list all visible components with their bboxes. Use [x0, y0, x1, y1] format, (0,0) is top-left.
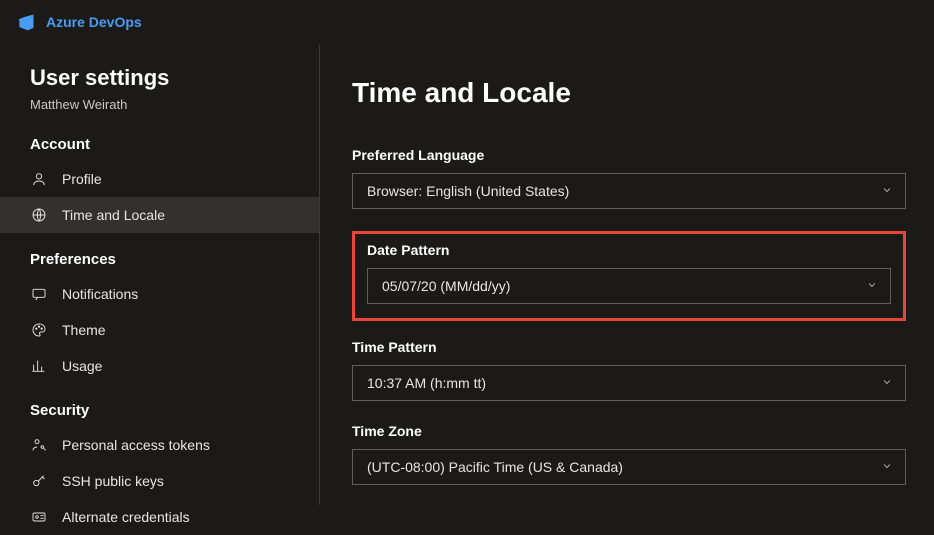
bar-chart-icon [30, 357, 48, 375]
sidebar-item-label: Theme [62, 322, 106, 338]
sidebar-item-label: Notifications [62, 286, 138, 302]
select-value: (UTC-08:00) Pacific Time (US & Canada) [367, 459, 623, 475]
main-content: Time and Locale Preferred Language Brows… [320, 45, 934, 505]
time-zone-select[interactable]: (UTC-08:00) Pacific Time (US & Canada) [352, 449, 906, 485]
key-icon [30, 472, 48, 490]
sidebar: User settings Matthew Weirath Account Pr… [0, 45, 320, 505]
field-label: Preferred Language [352, 147, 906, 163]
field-preferred-language: Preferred Language Browser: English (Uni… [352, 147, 906, 209]
select-value: Browser: English (United States) [367, 183, 569, 199]
section-label-preferences: Preferences [0, 251, 319, 268]
language-select[interactable]: Browser: English (United States) [352, 173, 906, 209]
sidebar-item-time-locale[interactable]: Time and Locale [0, 197, 319, 233]
sidebar-item-ssh[interactable]: SSH public keys [0, 463, 319, 499]
sidebar-item-theme[interactable]: Theme [0, 312, 319, 348]
chevron-down-icon [881, 375, 893, 391]
comment-icon [30, 285, 48, 303]
field-label: Time Pattern [352, 339, 906, 355]
sidebar-item-label: SSH public keys [62, 473, 164, 489]
person-icon [30, 170, 48, 188]
sidebar-item-usage[interactable]: Usage [0, 348, 319, 384]
field-label: Time Zone [352, 423, 906, 439]
person-key-icon [30, 436, 48, 454]
credentials-icon [30, 508, 48, 526]
sidebar-item-pat[interactable]: Personal access tokens [0, 427, 319, 463]
azure-devops-logo-icon [16, 12, 36, 32]
globe-icon [30, 206, 48, 224]
time-pattern-select[interactable]: 10:37 AM (h:mm tt) [352, 365, 906, 401]
date-pattern-select[interactable]: 05/07/20 (MM/dd/yy) [367, 268, 891, 304]
palette-icon [30, 321, 48, 339]
date-pattern-highlight: Date Pattern 05/07/20 (MM/dd/yy) [352, 231, 906, 321]
section-label-account: Account [0, 136, 319, 153]
chevron-down-icon [866, 278, 878, 294]
section-label-security: Security [0, 402, 319, 419]
chevron-down-icon [881, 459, 893, 475]
page-title: Time and Locale [352, 77, 906, 109]
sidebar-item-label: Personal access tokens [62, 437, 210, 453]
select-value: 10:37 AM (h:mm tt) [367, 375, 486, 391]
sidebar-username: Matthew Weirath [30, 97, 295, 112]
sidebar-item-profile[interactable]: Profile [0, 161, 319, 197]
chevron-down-icon [881, 183, 893, 199]
field-label: Date Pattern [367, 242, 891, 258]
sidebar-item-label: Time and Locale [62, 207, 165, 223]
sidebar-item-alt-creds[interactable]: Alternate credentials [0, 499, 319, 535]
brand[interactable]: Azure DevOps [16, 12, 142, 32]
sidebar-item-label: Usage [62, 358, 102, 374]
sidebar-item-label: Profile [62, 171, 102, 187]
select-value: 05/07/20 (MM/dd/yy) [382, 278, 510, 294]
field-time-zone: Time Zone (UTC-08:00) Pacific Time (US &… [352, 423, 906, 485]
sidebar-item-notifications[interactable]: Notifications [0, 276, 319, 312]
sidebar-title: User settings [30, 65, 295, 91]
brand-name: Azure DevOps [46, 14, 142, 30]
topbar: Azure DevOps [0, 0, 934, 45]
field-time-pattern: Time Pattern 10:37 AM (h:mm tt) [352, 339, 906, 401]
sidebar-item-label: Alternate credentials [62, 509, 190, 525]
